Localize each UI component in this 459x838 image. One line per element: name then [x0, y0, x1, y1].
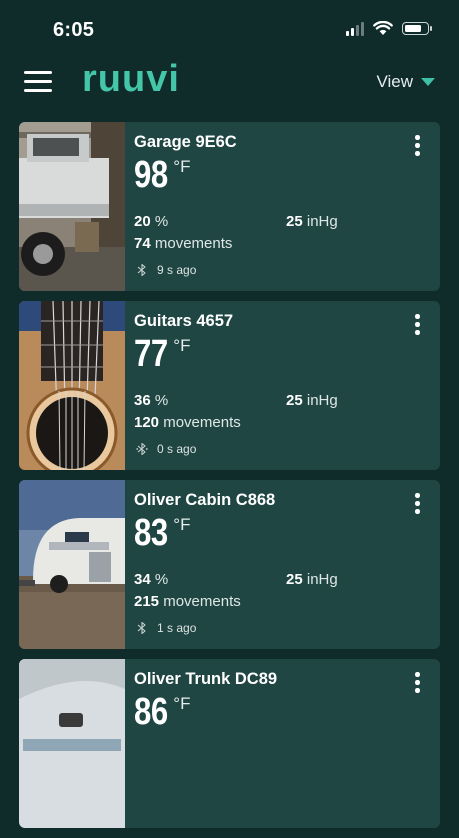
view-dropdown[interactable]: View — [376, 72, 435, 92]
humidity-unit: % — [154, 392, 169, 409]
movements-label: movements — [163, 414, 241, 431]
humidity: 36 % — [134, 392, 168, 409]
battery-icon — [402, 22, 432, 35]
wifi-icon — [373, 21, 393, 35]
pressure-value: 25 — [286, 213, 303, 230]
pressure-unit: inHg — [306, 213, 338, 230]
more-options-icon[interactable] — [410, 135, 424, 157]
movements-label: movements — [163, 593, 241, 610]
last-seen: 9 s ago — [136, 263, 196, 277]
sensor-name: Guitars 4657 — [134, 312, 234, 330]
card-info: Oliver Cabin C868 83 °F 34 % 25 inHg 215… — [134, 480, 440, 649]
card-info: Garage 9E6C 98 °F 20 % 25 inHg 74 moveme… — [134, 122, 440, 291]
pressure: 25 inHg — [286, 392, 338, 409]
temperature: 98 °F — [134, 156, 190, 194]
status-icons — [346, 21, 432, 36]
sensor-list: Garage 9E6C 98 °F 20 % 25 inHg 74 moveme… — [19, 122, 440, 838]
humidity-value: 20 — [134, 213, 151, 230]
temperature-value: 86 — [134, 691, 168, 733]
last-seen: 0 s ago — [136, 442, 196, 456]
last-seen-text: 9 s ago — [157, 263, 197, 277]
pressure-value: 25 — [286, 392, 303, 409]
pressure-value: 25 — [286, 571, 303, 588]
humidity-value: 36 — [134, 392, 151, 409]
pressure-unit: inHg — [306, 571, 338, 588]
gateway-icon — [136, 442, 148, 456]
pressure: 25 inHg — [286, 571, 338, 588]
status-time: 6:05 — [53, 19, 95, 41]
bluetooth-icon — [137, 263, 146, 277]
sensor-photo — [19, 301, 125, 470]
sensor-card[interactable]: Guitars 4657 77 °F 36 % 25 inHg 120 move… — [19, 301, 440, 470]
cellular-signal-icon — [346, 21, 364, 36]
movements-value: 120 — [134, 414, 160, 431]
pressure-unit: inHg — [306, 392, 338, 409]
more-options-icon[interactable] — [410, 314, 424, 336]
more-options-icon[interactable] — [410, 493, 424, 515]
movements: 74 movements — [134, 235, 232, 252]
sensor-name: Oliver Trunk DC89 — [134, 670, 278, 688]
caret-down-icon — [421, 78, 435, 86]
view-label: View — [376, 72, 413, 91]
temperature-value: 98 — [134, 154, 168, 196]
card-info: Oliver Trunk DC89 86 °F — [134, 659, 440, 828]
humidity: 20 % — [134, 213, 168, 230]
temperature-value: 77 — [134, 333, 168, 375]
temperature-unit: °F — [173, 515, 191, 534]
sensor-name: Oliver Cabin C868 — [134, 491, 276, 509]
sensor-photo — [19, 659, 125, 828]
sensor-card[interactable]: Garage 9E6C 98 °F 20 % 25 inHg 74 moveme… — [19, 122, 440, 291]
sensor-card[interactable]: Oliver Trunk DC89 86 °F — [19, 659, 440, 828]
temperature: 86 °F — [134, 693, 190, 731]
more-options-icon[interactable] — [410, 672, 424, 694]
temperature-unit: °F — [173, 336, 191, 355]
sensor-photo — [19, 122, 125, 291]
temperature-unit: °F — [173, 157, 191, 176]
sensor-photo — [19, 480, 125, 649]
movements-label: movements — [154, 235, 233, 252]
movements: 120 movements — [134, 414, 241, 431]
temperature-value: 83 — [134, 512, 168, 554]
ruuvi-logo: ruuvi — [82, 58, 180, 100]
card-info: Guitars 4657 77 °F 36 % 25 inHg 120 move… — [134, 301, 440, 470]
sensor-card[interactable]: Oliver Cabin C868 83 °F 34 % 25 inHg 215… — [19, 480, 440, 649]
last-seen-text: 0 s ago — [157, 442, 197, 456]
temperature-unit: °F — [173, 694, 191, 713]
temperature: 83 °F — [134, 514, 190, 552]
humidity: 34 % — [134, 571, 168, 588]
sensor-name: Garage 9E6C — [134, 133, 237, 151]
humidity-unit: % — [154, 213, 169, 230]
app-bar: ruuvi View — [0, 56, 459, 108]
movements-value: 215 — [134, 593, 160, 610]
last-seen: 1 s ago — [136, 621, 196, 635]
last-seen-text: 1 s ago — [157, 621, 197, 635]
pressure: 25 inHg — [286, 213, 338, 230]
temperature: 77 °F — [134, 335, 190, 373]
humidity-value: 34 — [134, 571, 151, 588]
humidity-unit: % — [154, 571, 169, 588]
hamburger-menu-icon[interactable] — [24, 71, 52, 93]
bluetooth-icon — [137, 621, 146, 635]
movements-value: 74 — [134, 235, 151, 252]
movements: 215 movements — [134, 593, 241, 610]
status-bar: 6:05 — [0, 0, 459, 56]
